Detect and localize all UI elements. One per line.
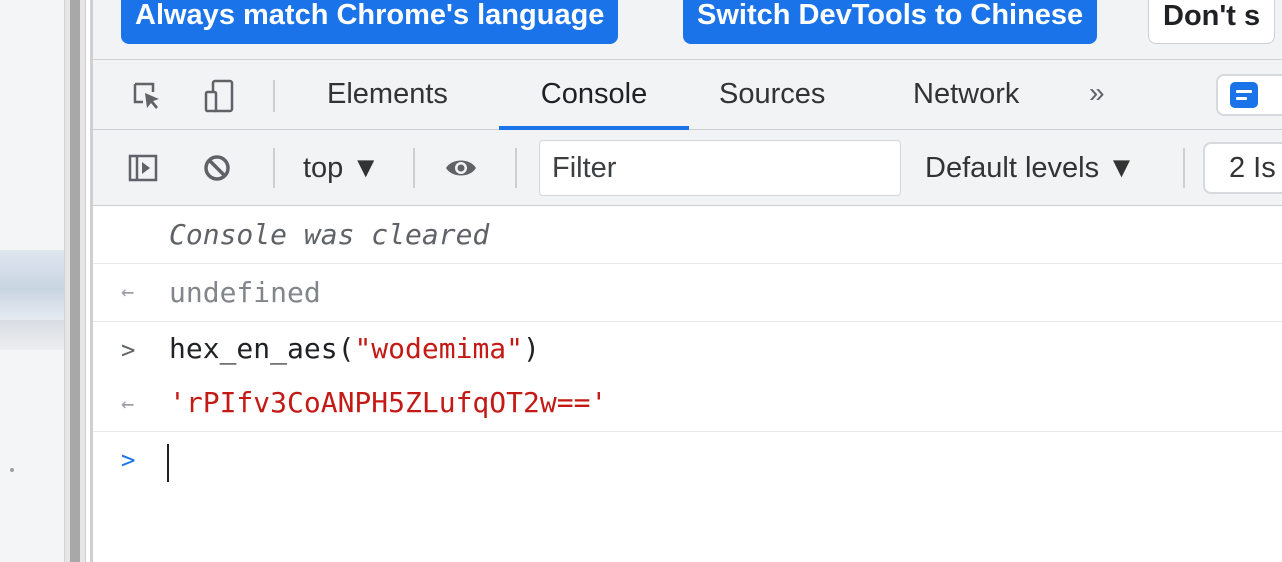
- console-toolbar-divider: [1183, 148, 1185, 188]
- inspect-element-icon: [133, 82, 159, 109]
- messages-button[interactable]: [1216, 74, 1282, 116]
- result-value-string[interactable]: 'rPIfv3CoANPH5ZLufqOT2w==': [169, 386, 607, 419]
- tab-network[interactable]: Network: [913, 60, 1019, 130]
- console-result-row: ← undefined: [93, 264, 1282, 322]
- log-levels-select[interactable]: Default levels ▼: [925, 148, 1136, 188]
- console-result-row: ← 'rPIfv3CoANPH5ZLufqOT2w==': [93, 378, 1282, 432]
- clear-console-button[interactable]: [197, 148, 237, 188]
- inspect-element-button[interactable]: [127, 76, 167, 116]
- prompt-chevron-icon: >: [121, 446, 136, 474]
- input-call-close: ): [523, 332, 540, 365]
- language-infobar: Always match Chrome's language Switch De…: [93, 0, 1282, 60]
- console-sidebar-toggle[interactable]: [123, 148, 163, 188]
- console-input-row: > hex_en_aes("wodemima"): [93, 322, 1282, 378]
- device-toolbar-icon: [204, 79, 234, 113]
- javascript-context-select[interactable]: top ▼: [303, 148, 380, 188]
- clear-console-icon: [204, 155, 230, 181]
- live-expression-eye-icon: [446, 160, 476, 176]
- console-message-cleared: Console was cleared: [93, 206, 1282, 264]
- devtools-tab-bar: Elements Console Sources Network »: [93, 60, 1282, 130]
- page-content-strip: [0, 0, 64, 562]
- console-toolbar-divider: [273, 148, 275, 188]
- tab-bar-divider: [273, 80, 275, 112]
- page-shadow-band: [0, 320, 64, 350]
- console-messages[interactable]: Console was cleared ← undefined > hex_en…: [93, 206, 1282, 562]
- create-live-expression-button[interactable]: [441, 148, 481, 188]
- messages-icon: [1230, 82, 1258, 108]
- input-string-argument: "wodemima": [354, 332, 524, 365]
- devtools-panel: Always match Chrome's language Switch De…: [90, 0, 1282, 562]
- console-prompt[interactable]: >: [93, 432, 1282, 492]
- always-match-chrome-language-button[interactable]: Always match Chrome's language: [121, 0, 619, 44]
- console-toolbar-divider: [413, 148, 415, 188]
- page-scrollbar[interactable]: [64, 0, 86, 562]
- tab-elements[interactable]: Elements: [327, 60, 448, 130]
- input-expression[interactable]: hex_en_aes("wodemima"): [169, 332, 540, 365]
- console-cleared-text: Console was cleared: [169, 218, 490, 251]
- page-scrollbar-thumb[interactable]: [70, 0, 80, 562]
- page-header-band: [0, 250, 64, 320]
- console-filter-input[interactable]: [539, 140, 901, 196]
- result-value-undefined: undefined: [169, 276, 321, 309]
- console-toolbar: top ▼ Default levels ▼ 2 Is: [93, 130, 1282, 206]
- device-toolbar-button[interactable]: [199, 76, 239, 116]
- tab-sources[interactable]: Sources: [719, 60, 825, 130]
- console-toolbar-divider: [515, 148, 517, 188]
- switch-devtools-chinese-button[interactable]: Switch DevTools to Chinese: [683, 0, 1098, 44]
- more-tabs-button[interactable]: »: [1089, 60, 1105, 130]
- result-arrow-icon: ←: [121, 280, 135, 305]
- input-chevron-icon: >: [121, 336, 136, 364]
- dont-show-again-button[interactable]: Don't s: [1148, 0, 1276, 44]
- input-function-call: hex_en_aes(: [169, 332, 355, 365]
- tab-console[interactable]: Console: [499, 60, 689, 130]
- text-caret: [167, 444, 169, 482]
- page-dot: [10, 468, 14, 472]
- issues-counter-button[interactable]: 2 Is: [1203, 142, 1282, 194]
- console-sidebar-icon: [128, 154, 158, 182]
- result-arrow-icon: ←: [121, 392, 135, 417]
